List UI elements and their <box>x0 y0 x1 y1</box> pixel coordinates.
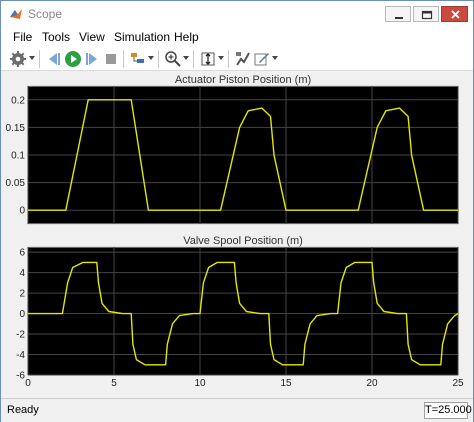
menu-file[interactable]: File <box>13 30 32 44</box>
y-tick-label: -6 <box>16 371 25 382</box>
stop-icon[interactable] <box>102 50 120 68</box>
status-text: Ready <box>7 404 39 416</box>
y-tick-label: 0 <box>19 309 25 320</box>
x-tick-label: 25 <box>452 378 464 389</box>
y-tick-label: 0 <box>19 206 25 217</box>
autoscale-dropdown-icon[interactable] <box>218 55 224 61</box>
menu-bar: File Tools View Simulation Help <box>1 27 473 47</box>
toolbar-separator <box>123 50 124 68</box>
axes-background <box>27 246 459 376</box>
minimize-button[interactable] <box>385 6 411 22</box>
maximize-icon <box>421 10 433 20</box>
chart-title: Valve Spool Position (m) <box>183 235 303 247</box>
menu-tools[interactable]: Tools <box>42 30 70 44</box>
minimize-icon <box>395 17 403 19</box>
plot-area: Actuator Piston Position (m) 0 0.05 0.1 0.15… <box>1 71 473 398</box>
window-title: Scope <box>28 7 63 21</box>
plot-canvas: Actuator Piston Position (m) 0 0.05 0.1 0.15… <box>6 74 464 389</box>
toolbar-separator <box>228 50 229 68</box>
y-tick-label: 0.15 <box>6 123 26 134</box>
highlight-dropdown-icon[interactable] <box>148 55 154 61</box>
y-tick-label: 2 <box>19 289 25 300</box>
write-dropdown-icon[interactable] <box>272 55 278 61</box>
step-back-icon[interactable] <box>45 50 63 68</box>
y-tick-label: 6 <box>19 248 25 259</box>
close-icon <box>451 10 460 19</box>
x-tick-label: 0 <box>25 378 31 389</box>
settings-icon[interactable] <box>9 50 27 68</box>
status-bar: Ready T=25.000 <box>1 398 473 422</box>
toolbar-separator <box>39 50 40 68</box>
step-forward-icon[interactable] <box>83 50 101 68</box>
title-bar: Scope <box>1 1 473 27</box>
settings-dropdown-icon[interactable] <box>29 55 35 61</box>
maximize-button[interactable] <box>413 6 439 22</box>
y-tick-label: 0.05 <box>6 178 26 189</box>
x-tick-label: 5 <box>111 378 117 389</box>
menu-view[interactable]: View <box>79 30 105 44</box>
write-icon[interactable] <box>253 50 271 68</box>
menu-simulation[interactable]: Simulation <box>114 30 170 44</box>
close-button[interactable] <box>441 6 468 22</box>
x-tick-label: 15 <box>280 378 292 389</box>
matlab-app-icon <box>10 9 22 19</box>
chart-title: Actuator Piston Position (m) <box>175 74 311 86</box>
zoom-dropdown-icon[interactable] <box>183 55 189 61</box>
scope-window: Scope File Tools View Simulation Help Ac… <box>0 0 474 422</box>
menu-help[interactable]: Help <box>174 30 199 44</box>
y-tick-label: 4 <box>19 268 25 279</box>
y-tick-label: -4 <box>16 350 25 361</box>
toolbar-separator <box>193 50 194 68</box>
simulation-time-display: T=25.000 <box>424 402 472 419</box>
toolbar <box>1 47 473 71</box>
signal-icon[interactable] <box>234 50 252 68</box>
highlight-icon[interactable] <box>129 50 147 68</box>
y-tick-label: 0.2 <box>11 95 25 106</box>
x-tick-label: 10 <box>194 378 206 389</box>
x-tick-label: 20 <box>366 378 378 389</box>
y-tick-label: 0.1 <box>11 151 25 162</box>
y-tick-label: -2 <box>16 330 25 341</box>
run-icon[interactable] <box>64 50 82 68</box>
zoom-in-icon[interactable] <box>164 50 182 68</box>
toolbar-separator <box>158 50 159 68</box>
autoscale-icon[interactable] <box>199 50 217 68</box>
